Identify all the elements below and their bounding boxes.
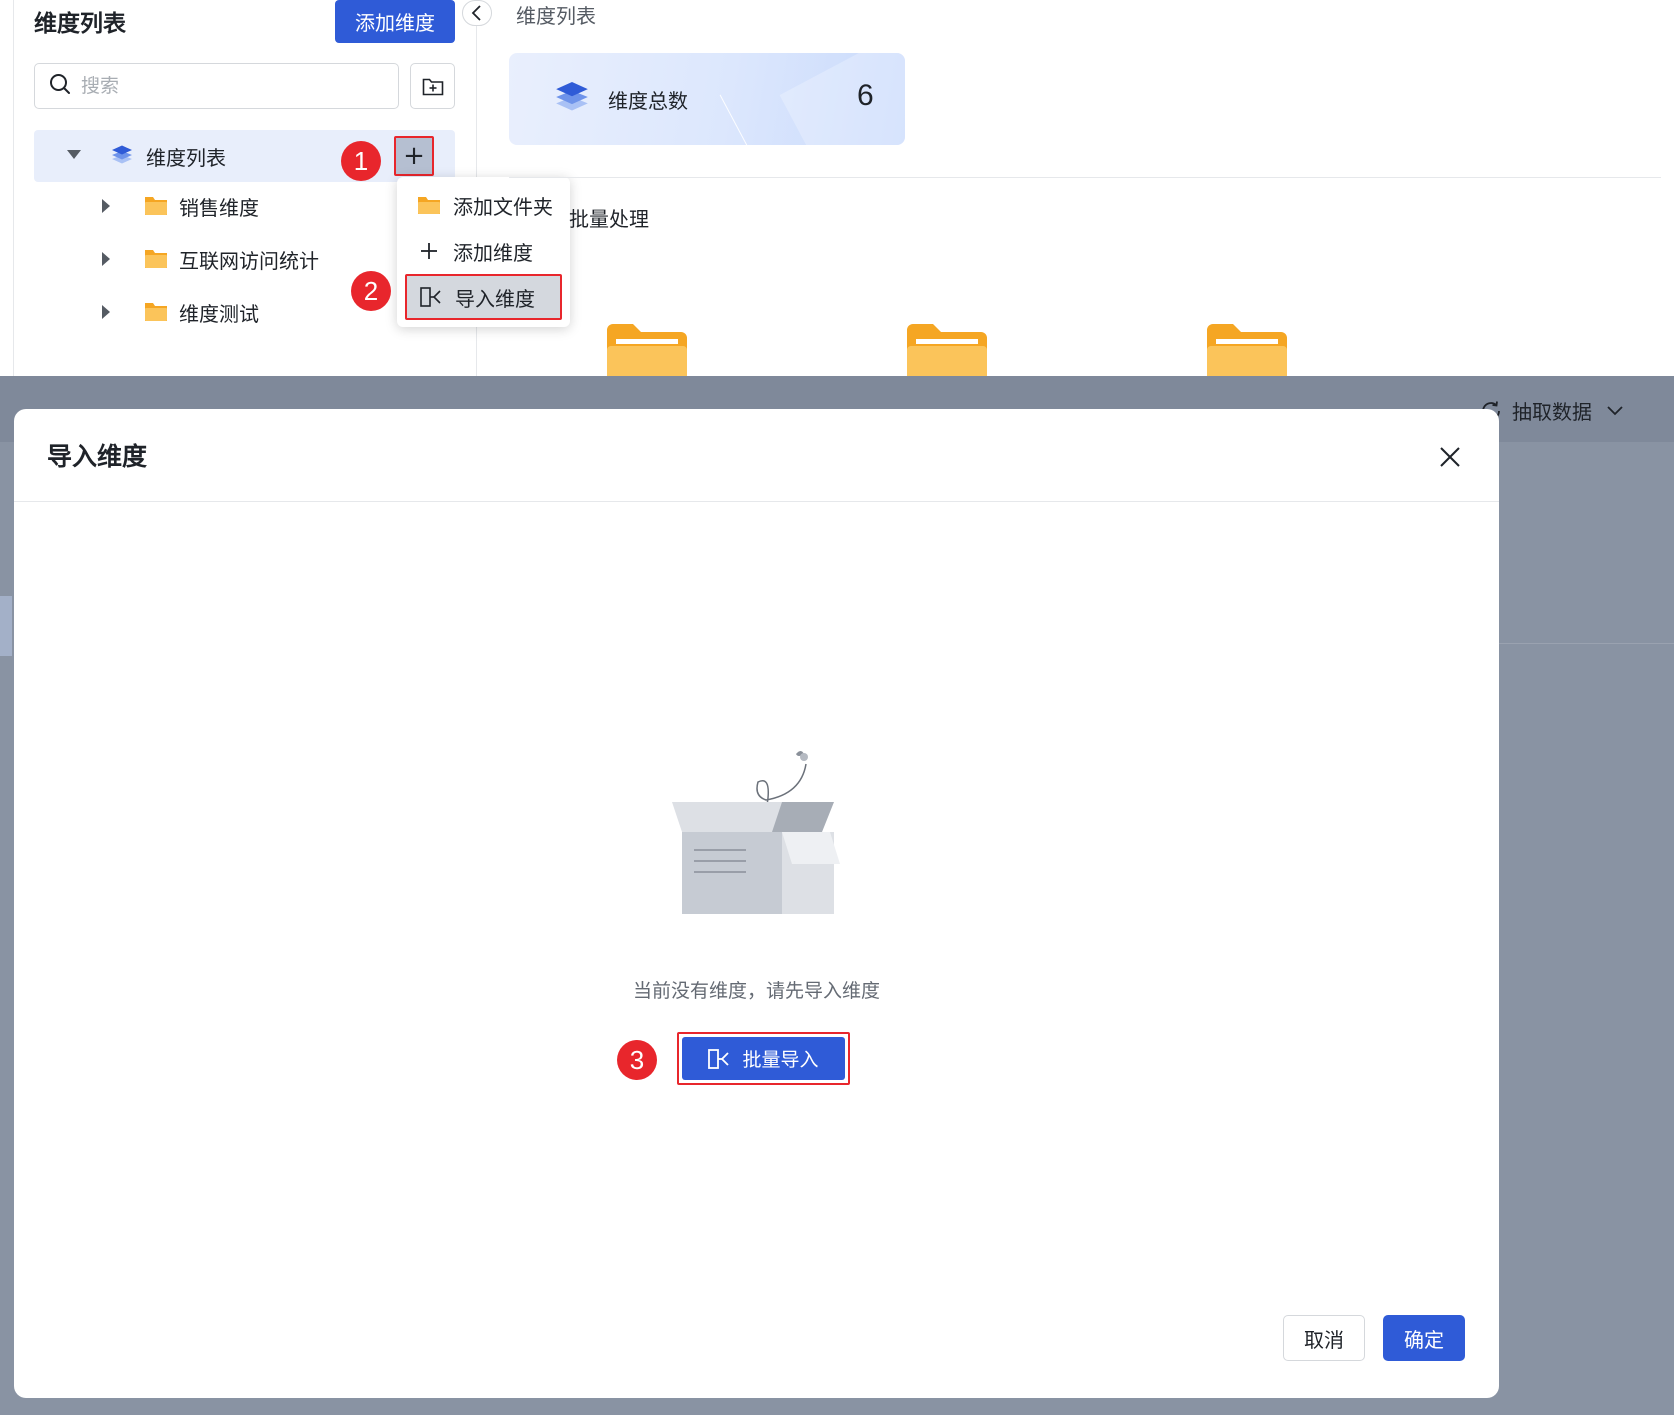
empty-box-illustration <box>666 744 848 928</box>
modal-backdrop[interactable]: 抽取数据 导入维度 当前没有维度，请先导入维度 3 批量导入 取消 确定 <box>0 376 1674 1415</box>
extract-data-label: 抽取数据 <box>1512 400 1592 424</box>
empty-state-text: 当前没有维度，请先导入维度 <box>632 980 880 1002</box>
search-input[interactable] <box>81 75 361 97</box>
menu-item-label: 添加维度 <box>453 240 533 265</box>
tree-root-label: 维度列表 <box>146 146 226 170</box>
dimension-total-card: 维度总数 6 <box>509 53 905 145</box>
stat-label: 维度总数 <box>608 89 688 113</box>
folder-icon[interactable] <box>604 322 690 376</box>
caret-right-icon[interactable] <box>102 252 110 266</box>
modal-title: 导入维度 <box>47 442 148 471</box>
plus-icon <box>417 242 441 260</box>
menu-item-label: 添加文件夹 <box>453 194 553 219</box>
confirm-button[interactable]: 确定 <box>1383 1315 1465 1361</box>
batch-import-label: 批量导入 <box>742 1049 819 1071</box>
step-badge-3: 3 <box>617 1040 657 1080</box>
folder-icon <box>417 195 441 215</box>
folder-icon <box>144 301 168 326</box>
extract-data-dropdown[interactable]: 抽取数据 <box>1480 396 1624 425</box>
card-decoration <box>719 53 905 145</box>
caret-right-icon[interactable] <box>102 305 110 319</box>
tree-item-internet-stats[interactable]: 互联网访问统计 <box>100 239 400 279</box>
batch-process-label[interactable]: 批量处理 <box>569 203 649 232</box>
batch-import-button[interactable]: 批量导入 <box>677 1032 850 1085</box>
folder-icon[interactable] <box>1204 322 1290 376</box>
main-title: 维度列表 <box>516 4 596 28</box>
tree-item-sales[interactable]: 销售维度 <box>100 186 400 226</box>
folder-plus-icon <box>422 78 443 96</box>
collapse-sidebar-button[interactable] <box>462 0 492 26</box>
import-icon <box>708 1048 730 1069</box>
add-menu-plus-button[interactable]: + <box>394 136 434 176</box>
sidebar-title: 维度列表 <box>34 11 126 37</box>
menu-item-add-dimension[interactable]: 添加维度 <box>405 230 562 272</box>
folder-icon <box>144 195 168 220</box>
menu-item-label: 导入维度 <box>455 286 535 311</box>
dimension-management-view: 维度列表 添加维度 维度列表 销售维度 <box>0 0 1674 376</box>
step-badge-2: 2 <box>351 271 391 311</box>
add-dimension-button[interactable]: 添加维度 <box>335 0 455 43</box>
stat-count: 6 <box>857 79 874 112</box>
caret-right-icon[interactable] <box>102 199 110 213</box>
folder-icon[interactable] <box>904 322 990 376</box>
tree-item-label: 维度测试 <box>179 302 259 326</box>
search-box[interactable] <box>34 63 399 109</box>
new-folder-button[interactable] <box>410 63 455 109</box>
search-icon <box>49 73 71 99</box>
plus-icon: + <box>403 141 425 171</box>
add-dropdown-menu: 添加文件夹 添加维度 导入维度 <box>397 177 570 327</box>
caret-down-icon[interactable] <box>67 150 81 159</box>
tree-root-item[interactable]: 维度列表 <box>34 130 455 182</box>
menu-item-add-folder[interactable]: 添加文件夹 <box>405 184 562 226</box>
close-icon <box>1440 447 1460 467</box>
modal-header-divider <box>14 501 1499 502</box>
import-dimension-modal: 导入维度 当前没有维度，请先导入维度 3 批量导入 取消 确定 <box>14 409 1499 1398</box>
layers-icon <box>553 79 591 119</box>
menu-item-import-dimension[interactable]: 导入维度 <box>405 274 562 320</box>
folder-icon <box>144 248 168 273</box>
chevron-down-icon <box>1607 405 1623 415</box>
layers-icon <box>110 144 134 170</box>
import-icon <box>419 287 443 307</box>
tree-item-label: 互联网访问统计 <box>179 249 319 273</box>
backdrop-sidebar-stub <box>0 596 12 656</box>
sidebar-left-border <box>13 0 14 376</box>
step-badge-1: 1 <box>341 141 381 181</box>
section-divider <box>509 177 1661 178</box>
cancel-button[interactable]: 取消 <box>1283 1315 1365 1361</box>
backdrop-divider <box>1499 643 1674 644</box>
chevron-left-icon <box>471 5 481 21</box>
close-button[interactable] <box>1432 439 1468 475</box>
tree-item-label: 销售维度 <box>179 196 259 220</box>
